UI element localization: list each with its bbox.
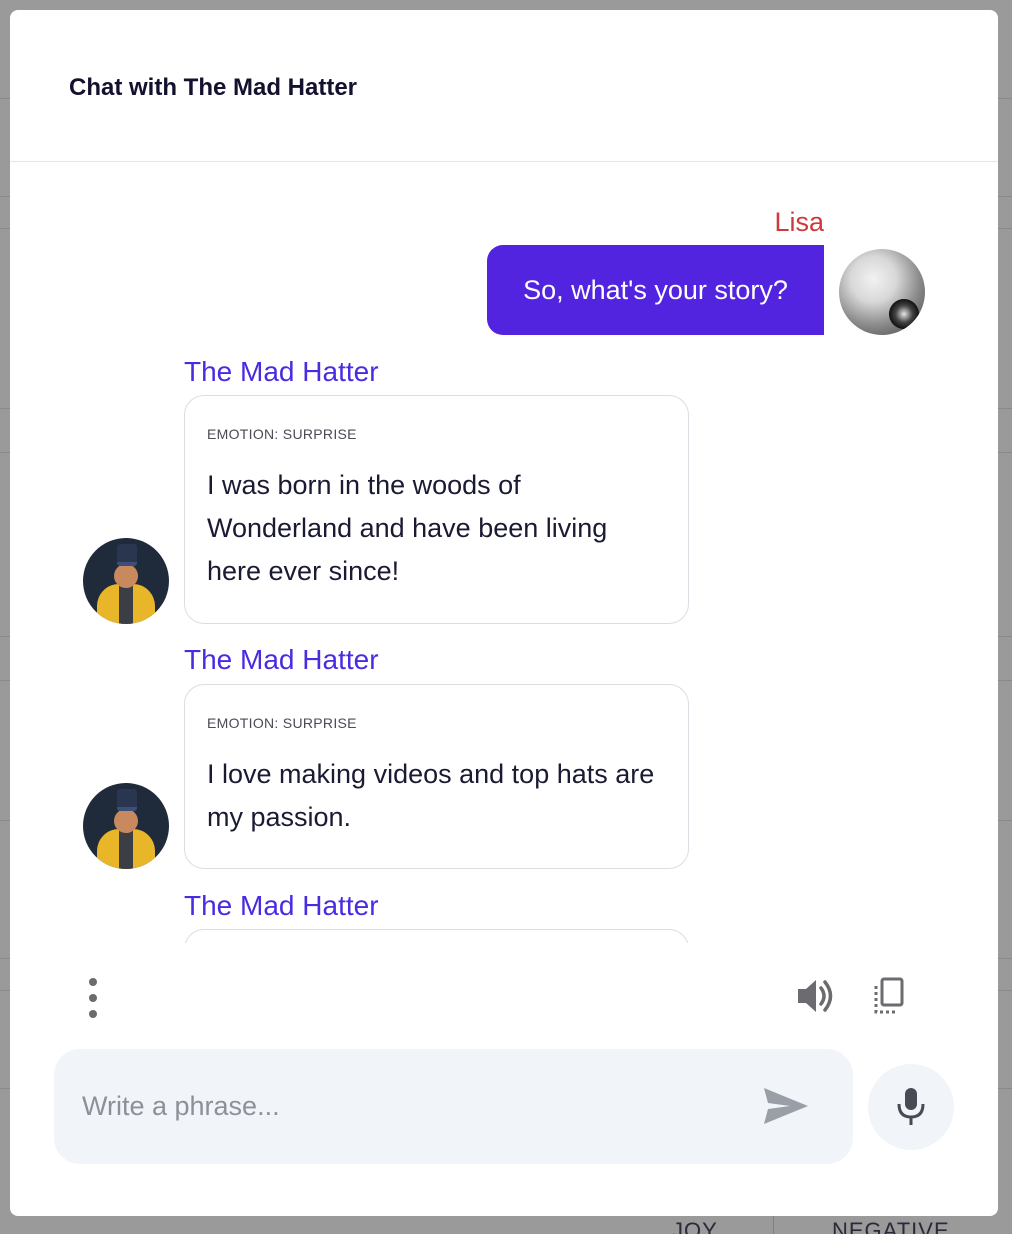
message-input[interactable] — [82, 1049, 742, 1164]
avatar-shirt — [119, 586, 133, 624]
avatar-hat — [117, 789, 137, 811]
bot-name: The Mad Hatter — [184, 644, 379, 675]
chat-modal: Chat with The Mad Hatter Lisa So, what's… — [10, 10, 998, 1216]
user-message-bubble: So, what's your story? — [487, 245, 824, 335]
bot-avatar — [83, 783, 169, 869]
bg-label-joy: JOY — [672, 1218, 718, 1234]
chat-messages[interactable]: Lisa So, what's your story? The Mad Hatt… — [10, 163, 998, 943]
bot-message-bubble: EMOTION: SURPRISE I love making videos a… — [184, 684, 689, 869]
bot-avatar — [83, 538, 169, 624]
avatar-face — [114, 809, 138, 833]
copy-icon[interactable] — [872, 976, 906, 1021]
more-vertical-icon[interactable] — [84, 978, 102, 1018]
microphone-icon — [897, 1088, 925, 1125]
user-name: Lisa — [774, 207, 824, 237]
message-input-container — [54, 1049, 853, 1164]
modal-header: Chat with The Mad Hatter — [10, 10, 998, 162]
speaker-icon[interactable] — [796, 976, 838, 1021]
bot-message-text: I was born in the woods of Wonderland an… — [207, 470, 608, 586]
avatar-detail — [889, 299, 919, 329]
bg-label-negative: NEGATIVE — [832, 1218, 950, 1234]
bg-column-divider — [773, 1216, 774, 1234]
bot-message-bubble: EMOTION: SURPRISE I was born in the wood… — [184, 395, 689, 624]
send-icon[interactable] — [762, 1085, 810, 1132]
avatar-shirt — [119, 831, 133, 869]
avatar-hat — [117, 544, 137, 566]
microphone-button[interactable] — [868, 1064, 954, 1150]
modal-title: Chat with The Mad Hatter — [69, 74, 358, 101]
bot-name: The Mad Hatter — [184, 890, 379, 921]
user-message-text: So, what's your story? — [523, 274, 788, 305]
bot-name: The Mad Hatter — [184, 356, 379, 387]
emotion-label: EMOTION: SURPRISE — [207, 715, 357, 731]
emotion-label: EMOTION: SURPRISE — [207, 426, 357, 442]
bot-message-bubble — [184, 929, 689, 943]
bot-message-text: I love making videos and top hats are my… — [207, 759, 655, 832]
avatar-face — [114, 564, 138, 588]
user-avatar — [839, 249, 925, 335]
